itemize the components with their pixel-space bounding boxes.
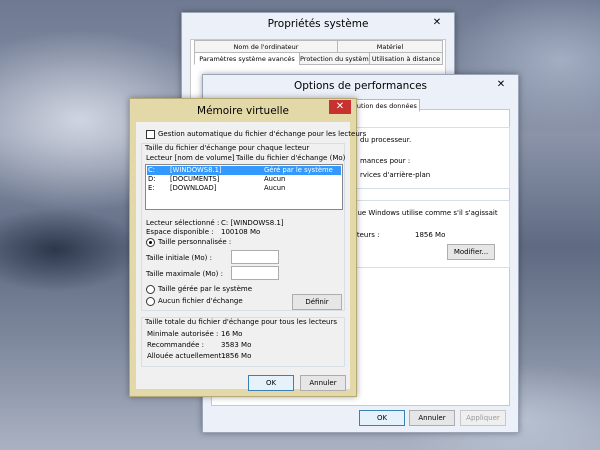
minimum-allowed-value: 16 Mo — [221, 330, 243, 338]
no-paging-file-radio[interactable] — [146, 297, 155, 306]
cancel-button[interactable]: Annuler — [409, 410, 455, 426]
drive-size: Aucun — [264, 175, 286, 183]
recommended-value: 3583 Mo — [221, 341, 252, 349]
column-size-header: Taille du fichier d'échange (Mo) — [236, 154, 346, 162]
close-icon[interactable]: ✕ — [422, 14, 452, 31]
tab-remote[interactable]: Utilisation à distance — [369, 52, 443, 65]
max-size-input[interactable] — [231, 266, 279, 280]
virtual-memory-title: Mémoire virtuelle — [197, 105, 289, 117]
free-space-value: 100108 Mo — [221, 228, 261, 236]
ok-button[interactable]: OK — [359, 410, 405, 426]
custom-size-radio[interactable] — [146, 238, 155, 247]
background-services-text: rvices d'arrière-plan — [360, 171, 431, 179]
drive-size: Géré par le système — [264, 166, 333, 174]
drive-letter: C: — [148, 166, 156, 174]
tab-advanced[interactable]: Paramètres système avancés — [194, 52, 300, 65]
free-space-label: Espace disponible : — [146, 228, 214, 236]
drive-row[interactable]: D: [DOCUMENTS] Aucun — [147, 175, 341, 184]
drive-row[interactable]: E: [DOWNLOAD] Aucun — [147, 184, 341, 193]
selected-drive-value: C: [WINDOWS8.1] — [221, 219, 284, 227]
apply-button[interactable]: Appliquer — [460, 410, 506, 426]
system-managed-label[interactable]: Taille gérée par le système — [158, 285, 252, 293]
recommended-label: Recommandée : — [147, 341, 204, 349]
drive-name: [DOCUMENTS] — [170, 175, 220, 183]
initial-size-label: Taille initiale (Mo) : — [146, 254, 212, 262]
total-size-group-title: Taille totale du fichier d'échange pour … — [145, 318, 337, 326]
drive-letter: E: — [148, 184, 155, 192]
custom-size-label[interactable]: Taille personnalisée : — [158, 238, 231, 246]
cancel-button[interactable]: Annuler — [300, 375, 346, 391]
modify-button[interactable]: Modifier... — [447, 244, 495, 260]
close-button[interactable]: ✕ — [329, 100, 351, 114]
system-properties-title: Propriétés système — [267, 18, 369, 30]
processor-text: du processeur. — [360, 136, 412, 144]
no-paging-file-label[interactable]: Aucun fichier d'échange — [158, 297, 243, 305]
virtual-memory-dialog: Mémoire virtuelle ✕ Gestion automatique … — [129, 98, 366, 397]
selected-drive-label: Lecteur sélectionné : — [146, 219, 220, 227]
drive-name: [WINDOWS8.1] — [170, 166, 222, 174]
currently-allocated-label: Allouée actuellement : — [147, 352, 226, 360]
initial-size-input[interactable] — [231, 250, 279, 264]
performance-options-title: Options de performances — [293, 80, 428, 92]
drive-letter: D: — [148, 175, 156, 183]
paging-size-value: 1856 Mo — [415, 231, 446, 239]
max-size-label: Taille maximale (Mo) : — [146, 270, 223, 278]
drives-listbox[interactable]: C: [WINDOWS8.1] Géré par le système D: [… — [145, 164, 343, 210]
auto-manage-label[interactable]: Gestion automatique du fichier d'échange… — [158, 130, 366, 138]
performance-for-text: mances pour : — [360, 157, 411, 165]
set-button[interactable]: Définir — [292, 294, 342, 310]
auto-manage-checkbox[interactable] — [146, 130, 155, 139]
drive-name: [DOWNLOAD] — [170, 184, 217, 192]
system-managed-radio[interactable] — [146, 285, 155, 294]
close-icon[interactable]: ✕ — [486, 76, 516, 93]
currently-allocated-value: 1856 Mo — [221, 352, 252, 360]
column-drive-header: Lecteur [nom de volume] — [146, 154, 235, 162]
virtual-memory-desc: que Windows utilise comme s'il s'agissai… — [353, 209, 498, 217]
ok-button[interactable]: OK — [248, 375, 294, 391]
per-drive-group-title: Taille du fichier d'échange pour chaque … — [145, 144, 310, 152]
drive-row[interactable]: C: [WINDOWS8.1] Géré par le système — [147, 166, 341, 175]
minimum-allowed-label: Minimale autorisée : — [147, 330, 219, 338]
tab-protection[interactable]: Protection du système — [299, 52, 373, 65]
drive-size: Aucun — [264, 184, 286, 192]
